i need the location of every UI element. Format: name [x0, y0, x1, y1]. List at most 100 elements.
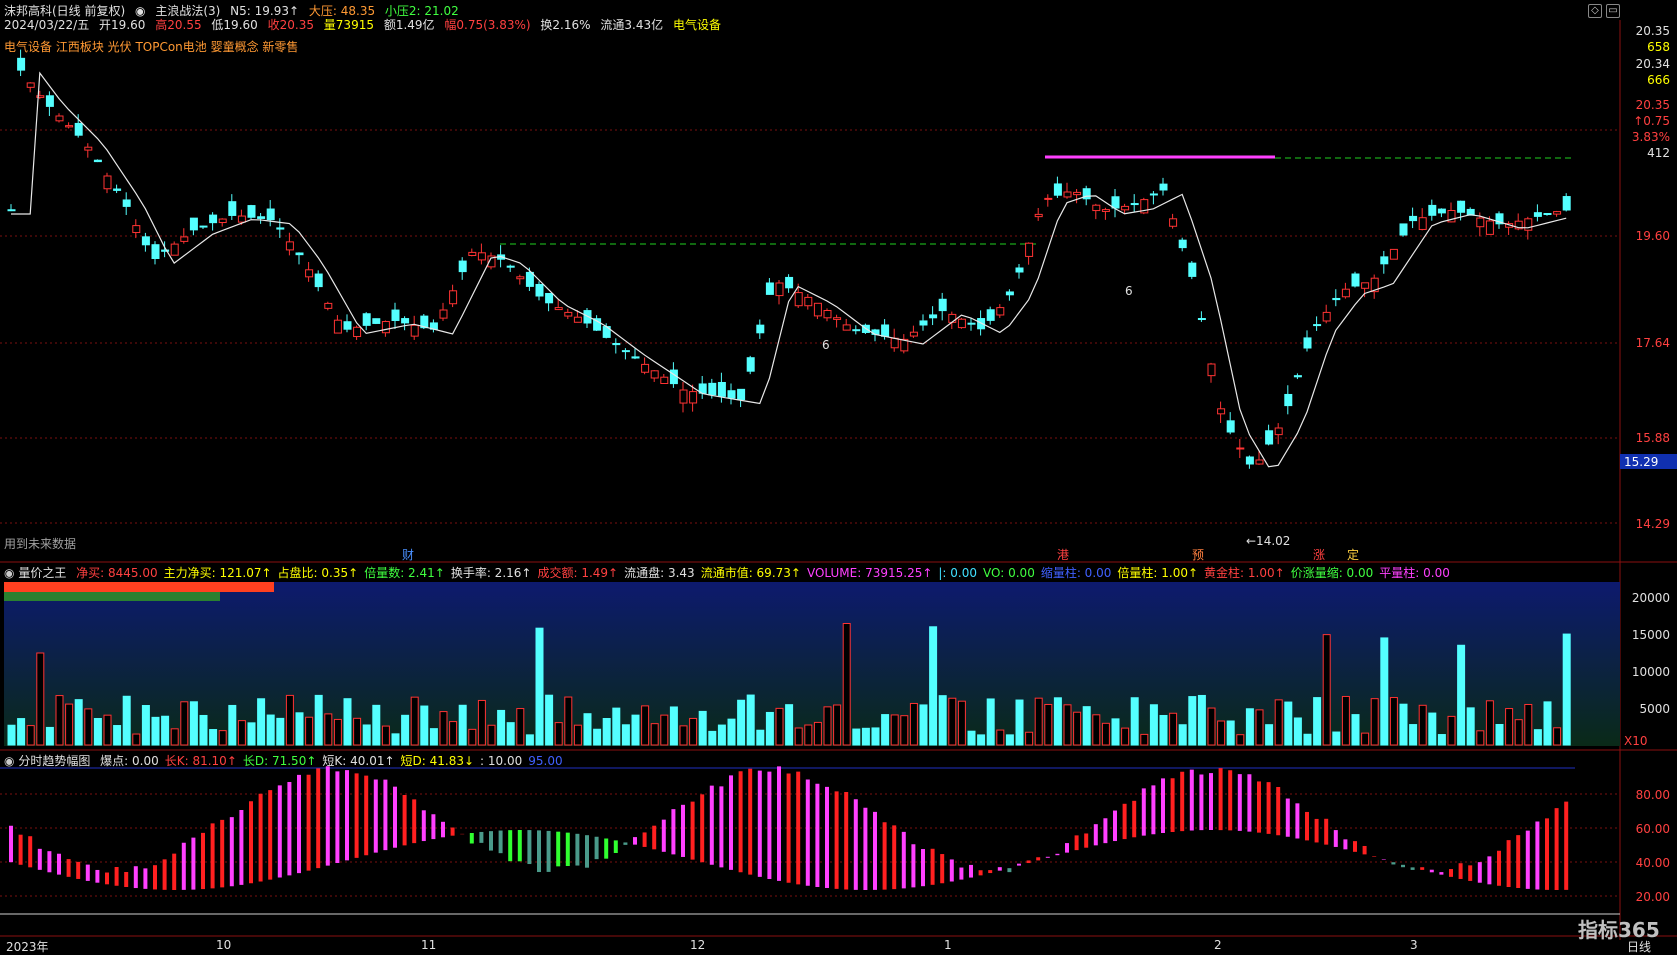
volume-bar — [1361, 732, 1370, 746]
volume-bar — [1140, 733, 1149, 746]
candle-body — [660, 376, 669, 384]
kline-chart[interactable] — [0, 0, 1677, 955]
net-sell-bar — [4, 592, 220, 601]
candle-body — [554, 307, 563, 311]
volume-bar — [823, 706, 832, 746]
panel-toggle-icon[interactable]: ◉ — [4, 754, 14, 768]
event-mark-zhang[interactable]: 涨 — [1313, 546, 1325, 563]
volume-bar — [708, 730, 717, 746]
volume-bar — [1533, 729, 1542, 746]
candle-body — [641, 363, 650, 373]
axis-top-label: 20.35 — [1635, 98, 1670, 112]
candle-body — [1322, 311, 1331, 322]
volume-bar — [7, 724, 16, 746]
volume-bar — [1332, 731, 1341, 746]
volume-bar — [257, 698, 266, 746]
candle-body — [1418, 217, 1427, 230]
volume-bar — [1034, 697, 1043, 746]
volume-bar — [141, 705, 150, 746]
volume-bar — [621, 724, 630, 746]
volume-bar — [420, 705, 429, 746]
candle-body — [1485, 220, 1494, 235]
candle-body — [1226, 420, 1235, 433]
volume-indicator-item: 主力净买: 121.07↑ — [163, 566, 272, 580]
candle-body — [1159, 183, 1168, 191]
candle-body — [689, 391, 698, 404]
candle-body — [1197, 318, 1206, 321]
volume-bar — [401, 714, 410, 746]
candle-body — [343, 321, 352, 330]
candle-body — [122, 199, 131, 207]
volume-bar — [1543, 701, 1552, 746]
volume-bar — [785, 704, 794, 746]
osc-tick: 20.00 — [1635, 890, 1670, 904]
volume-bar — [996, 729, 1005, 746]
volume-bar — [842, 623, 851, 746]
candle-body — [132, 225, 141, 234]
osc-panel-title[interactable]: 分时趋势幅图 — [18, 754, 90, 768]
volume-bar — [890, 714, 899, 746]
volume-bar — [458, 704, 467, 746]
x-axis-label: 2023年 — [6, 940, 49, 954]
volume-bar — [1226, 720, 1235, 746]
x-axis-label: 3 — [1410, 938, 1418, 952]
event-mark-yu[interactable]: 预 — [1192, 546, 1204, 563]
candle-body — [506, 265, 515, 268]
volume-bar — [353, 717, 362, 746]
candle-body — [285, 241, 294, 251]
candle-body — [1255, 459, 1264, 465]
volume-bar — [1265, 724, 1274, 746]
candle-body — [996, 307, 1005, 316]
volume-bar — [362, 724, 371, 746]
event-mark-gang[interactable]: 港 — [1057, 546, 1069, 563]
volume-bar — [938, 695, 947, 746]
volume-bar — [545, 694, 554, 746]
candle-body — [535, 283, 544, 297]
volume-bar — [449, 721, 458, 746]
candle-body — [650, 370, 659, 379]
volume-bar — [535, 627, 544, 746]
axis-top-label: 20.35 — [1635, 24, 1670, 38]
axis-top-label: ↑0.75 — [1633, 114, 1670, 128]
candle-body — [890, 337, 899, 349]
volume-bar — [305, 716, 314, 746]
event-mark-cai[interactable]: 财 — [402, 546, 414, 563]
panel-toggle-icon[interactable]: ◉ — [4, 566, 14, 580]
candle-body — [189, 217, 198, 231]
volume-indicator-item: 倍量数: 2.41↑ — [364, 566, 445, 580]
candle-body — [1293, 375, 1302, 378]
candle-body — [305, 269, 314, 278]
candle-body — [794, 292, 803, 307]
volume-bar — [1197, 694, 1206, 746]
volume-bar — [439, 711, 448, 746]
candle-body — [573, 316, 582, 323]
volume-bar — [1236, 734, 1245, 746]
axis-top-label: 412 — [1647, 146, 1670, 160]
candle-body — [1034, 213, 1043, 218]
volume-bar — [813, 721, 822, 746]
volume-bar — [218, 730, 227, 746]
volume-bar — [804, 724, 813, 746]
candle-body — [813, 302, 822, 317]
candle-body — [756, 324, 765, 334]
candle-body — [218, 218, 227, 224]
candle-body — [1178, 239, 1187, 249]
candle-body — [938, 298, 947, 312]
event-mark-ding[interactable]: 定 — [1347, 546, 1359, 563]
candle-body — [65, 125, 74, 128]
candle-body — [199, 225, 208, 228]
candle-body — [113, 188, 122, 191]
vol-tick: 10000 — [1631, 665, 1670, 679]
volume-bar — [1466, 707, 1475, 746]
candle-body — [746, 357, 755, 372]
candle-body — [151, 244, 160, 259]
volume-bar — [276, 717, 285, 746]
volume-panel-title[interactable]: 量价之王 — [18, 566, 66, 580]
volume-bar — [929, 626, 938, 746]
volume-bar — [1457, 644, 1466, 746]
volume-bar — [650, 723, 659, 746]
candle-body — [401, 318, 410, 324]
volume-bar — [717, 724, 726, 746]
ma-line — [11, 71, 1567, 468]
net-buy-bar — [4, 582, 274, 592]
